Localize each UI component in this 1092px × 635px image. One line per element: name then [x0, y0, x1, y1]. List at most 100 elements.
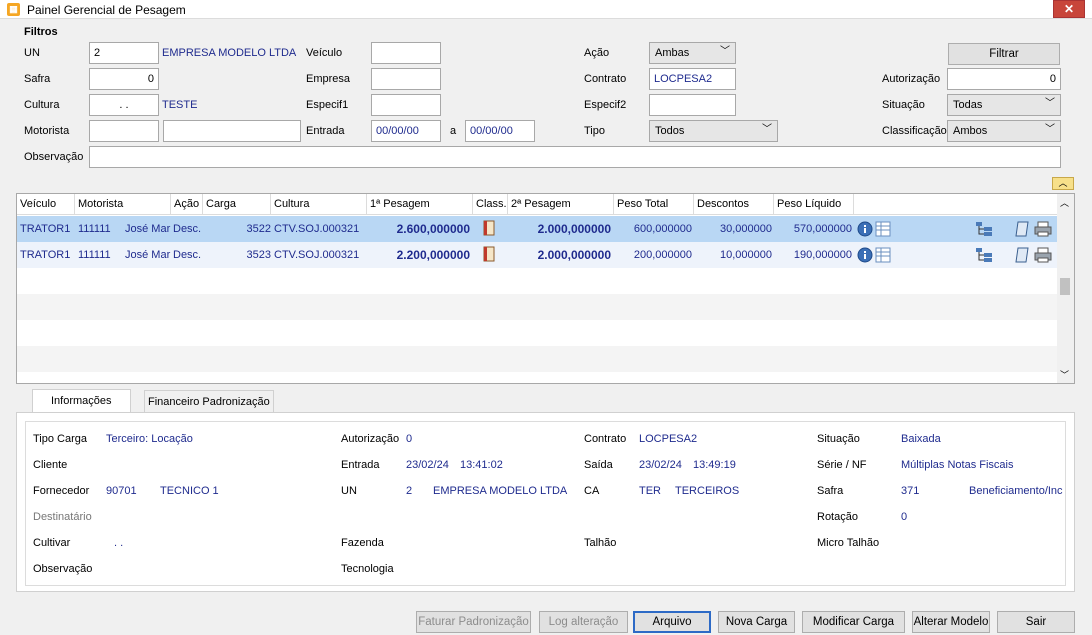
- close-button[interactable]: ✕: [1053, 0, 1085, 18]
- classificacao-label: Classificação: [882, 125, 947, 137]
- un-label: UN: [24, 47, 40, 59]
- un-input[interactable]: 2: [89, 42, 159, 64]
- table-row[interactable]: TRATOR1 111111 José Mar Desc. 3523 CTV.S…: [17, 242, 1057, 268]
- fornecedor-code: 90701: [106, 485, 137, 497]
- col-pesagem2[interactable]: 2ª Pesagem: [508, 194, 614, 215]
- serie-label: Série / NF: [817, 459, 867, 471]
- col-veiculo[interactable]: Veículo: [17, 194, 75, 215]
- cell-carga: 3523: [246, 249, 271, 261]
- col-motorista[interactable]: Motorista: [75, 194, 171, 215]
- saida-label: Saída: [584, 459, 613, 471]
- contrato-label: Contrato: [584, 73, 627, 85]
- tipo-select[interactable]: Todos ﹀: [649, 120, 778, 142]
- autorizacao-input[interactable]: 0: [947, 68, 1061, 90]
- veiculo-input[interactable]: [371, 42, 441, 64]
- entrada-to-input[interactable]: 00/00/00: [465, 120, 535, 142]
- nova-carga-button[interactable]: Nova Carga: [718, 611, 795, 633]
- sair-button[interactable]: Sair: [997, 611, 1075, 633]
- safra-input[interactable]: 0: [89, 68, 159, 90]
- motorista-input[interactable]: [89, 120, 159, 142]
- safra-name: Beneficiamento/Inc: [969, 485, 1063, 497]
- col-peso-liquido[interactable]: Peso Líquido: [774, 194, 854, 215]
- tab-financeiro[interactable]: Financeiro Padronização: [144, 390, 274, 412]
- cell-motorista-code: 111111: [78, 249, 111, 261]
- cell-descontos: 10,000000: [720, 249, 772, 261]
- scroll-thumb[interactable]: [1060, 278, 1070, 295]
- micro-talhao-label: Micro Talhão: [817, 537, 880, 549]
- chevron-down-icon: ﹀: [720, 46, 730, 57]
- col-cultura[interactable]: Cultura: [271, 194, 367, 215]
- cell-veiculo: TRATOR1: [20, 223, 71, 235]
- observacao-input[interactable]: [89, 146, 1061, 168]
- cell-acao: Desc.: [173, 223, 202, 235]
- scroll-down-icon[interactable]: ﹀: [1060, 368, 1069, 381]
- arquivo-button[interactable]: Arquivo: [633, 611, 711, 633]
- book-icon[interactable]: [483, 246, 495, 272]
- cell-motorista-name: José Mar: [125, 223, 171, 235]
- col-acao[interactable]: Ação: [171, 194, 203, 215]
- col-class[interactable]: Class.: [473, 194, 508, 215]
- info-icon[interactable]: [857, 247, 873, 273]
- alterar-modelo-button[interactable]: Alterar Modelo: [912, 611, 990, 633]
- motorista-name-input[interactable]: [163, 120, 301, 142]
- grid-scrollbar[interactable]: ︿ ﹀: [1057, 194, 1074, 383]
- tipo-label: Tipo: [584, 125, 605, 137]
- rotacao-label: Rotação: [817, 511, 858, 523]
- un-name: EMPRESA MODELO LTDA: [162, 47, 297, 59]
- autorizacao-label: Autorização: [341, 433, 400, 445]
- modificar-carga-button[interactable]: Modificar Carga: [802, 611, 905, 633]
- cell-motorista-code: 111111: [78, 223, 111, 235]
- cell-acao: Desc.: [173, 249, 202, 261]
- faturar-padronizacao-button[interactable]: Faturar Padronização: [416, 611, 531, 633]
- filters-title: Filtros: [24, 26, 58, 38]
- collapse-filters-button[interactable]: ︿: [1052, 177, 1074, 190]
- especif1-label: Especif1: [306, 99, 349, 111]
- table-row[interactable]: TRATOR1 111111 José Mar Desc. 3522 CTV.S…: [17, 216, 1057, 242]
- cell-descontos: 30,000000: [720, 223, 772, 235]
- cell-peso-liquido: 570,000000: [793, 223, 852, 235]
- autorizacao-value: 0: [406, 433, 413, 445]
- window-title: Painel Gerencial de Pesagem: [27, 3, 186, 17]
- serie-value: Múltiplas Notas Fiscais: [901, 459, 1014, 471]
- document-icon[interactable]: [1015, 247, 1031, 273]
- cell-pesagem2: 2.000,000000: [537, 222, 611, 236]
- log-alteracao-button[interactable]: Log alteração: [539, 611, 628, 633]
- printer-icon[interactable]: [1034, 247, 1052, 273]
- ca-name: TERCEIROS: [675, 485, 740, 497]
- cultivar-value: . .: [114, 537, 124, 549]
- cell-motorista-name: José Mar: [125, 249, 171, 261]
- col-descontos[interactable]: Descontos: [694, 194, 774, 215]
- cultura-name: TESTE: [162, 99, 198, 111]
- empresa-input[interactable]: [371, 68, 441, 90]
- chevron-down-icon: ﹀: [762, 124, 772, 135]
- filtrar-button[interactable]: Filtrar: [948, 43, 1060, 65]
- tipo-value: Todos: [655, 125, 685, 137]
- acao-select[interactable]: Ambas ﹀: [649, 42, 736, 64]
- contrato-input[interactable]: LOCPESA2: [649, 68, 736, 90]
- chevron-down-icon: ﹀: [1045, 124, 1055, 135]
- cultura-label: Cultura: [24, 99, 60, 111]
- entrada-label: Entrada: [341, 459, 380, 471]
- spreadsheet-icon[interactable]: [875, 247, 891, 273]
- col-peso-total[interactable]: Peso Total: [614, 194, 694, 215]
- scroll-up-icon[interactable]: ︿: [1060, 196, 1069, 209]
- detail-tabs: Informações Financeiro Padronização: [16, 389, 1075, 413]
- entrada-from-input[interactable]: 00/00/00: [371, 120, 441, 142]
- situacao-select[interactable]: Todas ﹀: [947, 94, 1061, 116]
- col-carga[interactable]: Carga: [203, 194, 271, 215]
- tab-informacoes[interactable]: Informações: [32, 389, 131, 413]
- col-pesagem1[interactable]: 1ª Pesagem: [367, 194, 473, 215]
- cell-peso-total: 200,000000: [633, 249, 692, 261]
- saida-time: 13:49:19: [693, 459, 736, 471]
- tecnologia-label: Tecnologia: [341, 563, 394, 575]
- observacao-label: Observação: [33, 563, 93, 575]
- entrada-time: 13:41:02: [460, 459, 503, 471]
- especif1-input[interactable]: [371, 94, 441, 116]
- cultura-input[interactable]: . .: [89, 94, 159, 116]
- safra-label: Safra: [817, 485, 844, 497]
- tree-icon[interactable]: [975, 247, 993, 273]
- cultivar-label: Cultivar: [33, 537, 71, 549]
- saida-date: 23/02/24: [639, 459, 682, 471]
- especif2-input[interactable]: [649, 94, 736, 116]
- classificacao-select[interactable]: Ambos ﹀: [947, 120, 1061, 142]
